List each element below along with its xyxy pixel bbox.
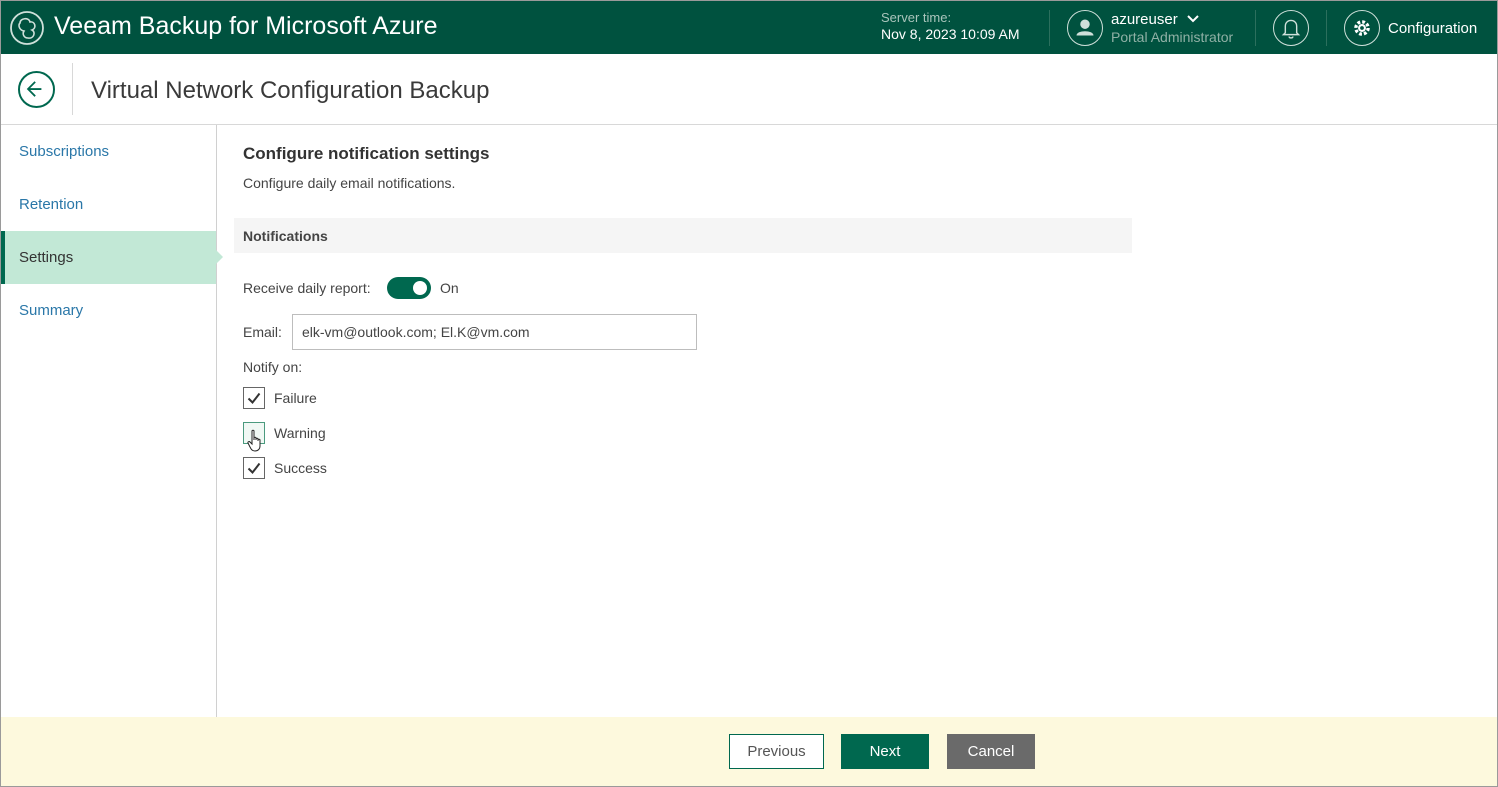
page-title: Virtual Network Configuration Backup [91, 77, 490, 104]
next-button[interactable]: Next [841, 734, 929, 769]
daily-report-toggle[interactable] [387, 277, 431, 299]
previous-button[interactable]: Previous [729, 734, 824, 769]
header-divider [1049, 10, 1050, 46]
user-avatar-icon[interactable] [1067, 10, 1103, 46]
chevron-down-icon[interactable] [1186, 14, 1200, 24]
hand-pointer-cursor-icon [247, 429, 261, 452]
cancel-button[interactable]: Cancel [947, 734, 1035, 769]
wizard-footer: Previous Next Cancel [1, 717, 1497, 786]
header-divider [1326, 10, 1327, 46]
server-time-label: Server time: [881, 10, 952, 25]
failure-checkbox[interactable] [243, 387, 265, 409]
notifications-group-header: Notifications [234, 218, 1132, 253]
top-header: Veeam Backup for Microsoft Azure Server … [1, 1, 1497, 54]
daily-report-label: Receive daily report: [243, 280, 371, 296]
toggle-knob [413, 281, 427, 295]
success-checkbox[interactable] [243, 457, 265, 479]
nav-item-retention[interactable]: Retention [1, 178, 216, 231]
configuration-link[interactable]: Configuration [1388, 20, 1477, 37]
bell-icon[interactable] [1273, 10, 1309, 46]
warning-label[interactable]: Warning [274, 425, 326, 441]
toggle-state-label: On [440, 280, 459, 296]
section-title: Configure notification settings [243, 144, 490, 163]
user-name[interactable]: azureuser [1111, 11, 1178, 28]
page-header: Virtual Network Configuration Backup [1, 54, 1497, 125]
header-divider [72, 63, 73, 115]
nav-item-summary[interactable]: Summary [1, 284, 216, 337]
nav-item-label: Settings [19, 249, 74, 266]
user-role: Portal Administrator [1111, 29, 1234, 45]
active-indicator [216, 250, 223, 264]
app-title: Veeam Backup for Microsoft Azure [54, 12, 438, 40]
veeam-cloud-logo-icon [10, 11, 44, 45]
email-input[interactable] [292, 314, 697, 350]
checkmark-icon [247, 392, 261, 405]
wizard-steps-nav: Subscriptions Retention Settings Summary [1, 125, 223, 717]
section-description: Configure daily email notifications. [243, 175, 456, 191]
failure-label[interactable]: Failure [274, 390, 317, 406]
checkmark-icon [247, 462, 261, 475]
email-label: Email: [243, 324, 282, 340]
notify-on-label: Notify on: [243, 359, 303, 375]
success-label[interactable]: Success [274, 460, 327, 476]
nav-item-settings[interactable]: Settings [1, 231, 223, 284]
header-divider [1255, 10, 1256, 46]
nav-item-subscriptions[interactable]: Subscriptions [1, 125, 216, 178]
server-time-value: Nov 8, 2023 10:09 AM [881, 26, 1020, 42]
gear-icon[interactable] [1344, 10, 1380, 46]
group-title: Notifications [243, 228, 328, 244]
back-button[interactable] [18, 71, 55, 108]
server-time: Server time: Nov 8, 2023 10:09 AM [881, 10, 1020, 42]
